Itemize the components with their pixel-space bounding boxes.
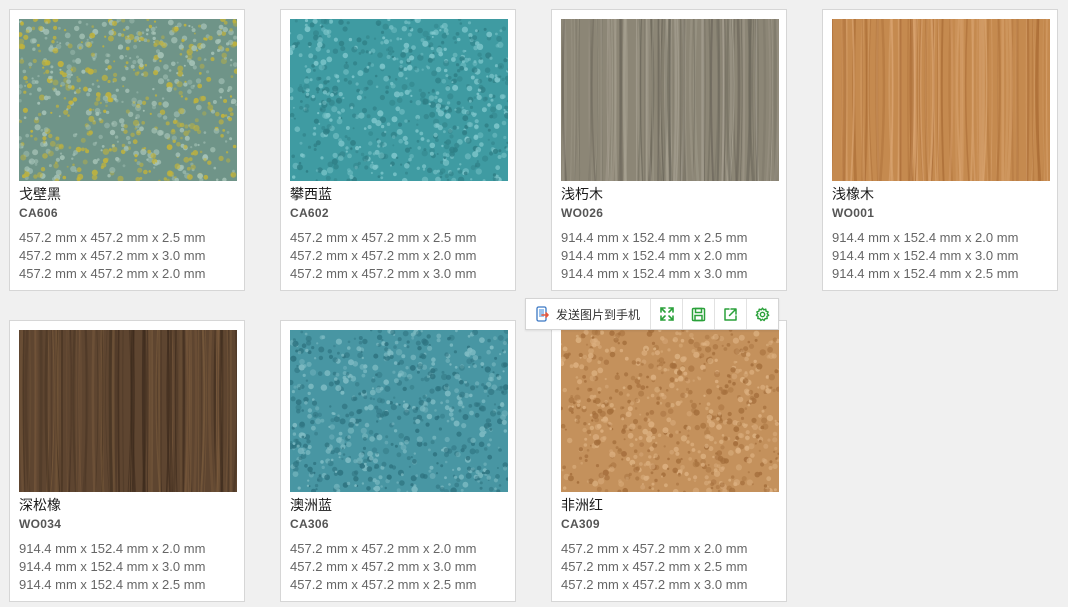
material-texture bbox=[561, 330, 779, 492]
size-item: 457.2 mm x 457.2 mm x 2.5 mm bbox=[561, 559, 748, 574]
size-item: 457.2 mm x 457.2 mm x 2.5 mm bbox=[19, 230, 206, 245]
material-grid-page: 戈壁黑 CA606 457.2 mm x 457.2 mm x 2.5 mm 4… bbox=[0, 0, 1068, 607]
size-item: 914.4 mm x 152.4 mm x 2.5 mm bbox=[19, 577, 206, 592]
size-item: 914.4 mm x 152.4 mm x 2.0 mm bbox=[19, 541, 206, 556]
material-code: CA306 bbox=[290, 517, 329, 531]
material-card[interactable]: 非洲红 CA309 457.2 mm x 457.2 mm x 2.0 mm 4… bbox=[551, 320, 787, 602]
size-item: 457.2 mm x 457.2 mm x 2.5 mm bbox=[290, 577, 477, 592]
material-texture bbox=[19, 330, 237, 492]
material-name: 浅朽木 bbox=[561, 187, 603, 203]
size-list: 457.2 mm x 457.2 mm x 2.0 mm 457.2 mm x … bbox=[561, 540, 747, 594]
size-item: 914.4 mm x 152.4 mm x 2.5 mm bbox=[832, 266, 1019, 281]
size-list: 457.2 mm x 457.2 mm x 2.0 mm 457.2 mm x … bbox=[290, 540, 476, 594]
send-to-phone-label: 发送图片到手机 bbox=[556, 307, 641, 322]
size-item: 914.4 mm x 152.4 mm x 2.0 mm bbox=[561, 248, 748, 263]
size-item: 457.2 mm x 457.2 mm x 3.0 mm bbox=[290, 559, 477, 574]
material-code: CA602 bbox=[290, 206, 329, 220]
size-list: 914.4 mm x 152.4 mm x 2.5 mm 914.4 mm x … bbox=[561, 229, 747, 283]
material-code: CA309 bbox=[561, 517, 600, 531]
size-item: 457.2 mm x 457.2 mm x 3.0 mm bbox=[561, 577, 748, 592]
save-icon bbox=[691, 307, 706, 322]
material-code: CA606 bbox=[19, 206, 58, 220]
material-swatch[interactable] bbox=[561, 19, 779, 181]
material-swatch[interactable] bbox=[19, 19, 237, 181]
material-swatch[interactable] bbox=[832, 19, 1050, 181]
material-name: 攀西蓝 bbox=[290, 187, 332, 203]
material-name: 浅橡木 bbox=[832, 187, 874, 203]
size-item: 457.2 mm x 457.2 mm x 2.0 mm bbox=[561, 541, 748, 556]
size-item: 457.2 mm x 457.2 mm x 2.5 mm bbox=[290, 230, 477, 245]
size-item: 914.4 mm x 152.4 mm x 3.0 mm bbox=[561, 266, 748, 281]
size-list: 457.2 mm x 457.2 mm x 2.5 mm 457.2 mm x … bbox=[19, 229, 205, 283]
size-item: 457.2 mm x 457.2 mm x 2.0 mm bbox=[19, 266, 206, 281]
fullscreen-icon bbox=[659, 307, 674, 321]
material-swatch[interactable] bbox=[290, 19, 508, 181]
share-button[interactable] bbox=[715, 299, 748, 329]
size-item: 457.2 mm x 457.2 mm x 2.0 mm bbox=[290, 248, 477, 263]
size-list: 914.4 mm x 152.4 mm x 2.0 mm 914.4 mm x … bbox=[832, 229, 1018, 283]
material-card[interactable]: 深松橡 WO034 914.4 mm x 152.4 mm x 2.0 mm 9… bbox=[9, 320, 245, 602]
settings-button[interactable] bbox=[747, 299, 778, 329]
material-swatch[interactable] bbox=[561, 330, 779, 492]
material-texture bbox=[19, 19, 237, 181]
material-name: 深松橡 bbox=[19, 498, 61, 514]
material-card[interactable]: 澳洲蓝 CA306 457.2 mm x 457.2 mm x 2.0 mm 4… bbox=[280, 320, 516, 602]
gear-icon bbox=[755, 306, 770, 322]
material-texture bbox=[290, 330, 508, 492]
material-name: 非洲红 bbox=[561, 498, 603, 514]
size-item: 457.2 mm x 457.2 mm x 3.0 mm bbox=[19, 248, 206, 263]
material-code: WO001 bbox=[832, 206, 875, 220]
image-toolbar: 发送图片到手机 bbox=[525, 298, 780, 330]
size-item: 914.4 mm x 152.4 mm x 3.0 mm bbox=[19, 559, 206, 574]
size-item: 914.4 mm x 152.4 mm x 2.0 mm bbox=[832, 230, 1019, 245]
size-item: 914.4 mm x 152.4 mm x 2.5 mm bbox=[561, 230, 748, 245]
material-code: WO034 bbox=[19, 517, 62, 531]
material-card[interactable]: 攀西蓝 CA602 457.2 mm x 457.2 mm x 2.5 mm 4… bbox=[280, 9, 516, 291]
size-item: 457.2 mm x 457.2 mm x 3.0 mm bbox=[290, 266, 477, 281]
material-card[interactable]: 戈壁黑 CA606 457.2 mm x 457.2 mm x 2.5 mm 4… bbox=[9, 9, 245, 291]
material-card[interactable]: 浅朽木 WO026 914.4 mm x 152.4 mm x 2.5 mm 9… bbox=[551, 9, 787, 291]
size-list: 457.2 mm x 457.2 mm x 2.5 mm 457.2 mm x … bbox=[290, 229, 476, 283]
material-texture bbox=[290, 19, 508, 181]
size-list: 914.4 mm x 152.4 mm x 2.0 mm 914.4 mm x … bbox=[19, 540, 205, 594]
material-card[interactable]: 浅橡木 WO001 914.4 mm x 152.4 mm x 2.0 mm 9… bbox=[822, 9, 1058, 291]
phone-send-icon bbox=[535, 306, 551, 322]
material-swatch[interactable] bbox=[290, 330, 508, 492]
material-texture bbox=[561, 19, 779, 181]
send-to-phone-button[interactable]: 发送图片到手机 bbox=[526, 299, 652, 329]
material-name: 戈壁黑 bbox=[19, 187, 61, 203]
material-swatch[interactable] bbox=[19, 330, 237, 492]
material-code: WO026 bbox=[561, 206, 604, 220]
size-item: 914.4 mm x 152.4 mm x 3.0 mm bbox=[832, 248, 1019, 263]
fullscreen-button[interactable] bbox=[651, 299, 684, 329]
material-texture bbox=[832, 19, 1050, 181]
size-item: 457.2 mm x 457.2 mm x 2.0 mm bbox=[290, 541, 477, 556]
share-icon bbox=[723, 307, 738, 322]
material-name: 澳洲蓝 bbox=[290, 498, 332, 514]
save-button[interactable] bbox=[683, 299, 716, 329]
